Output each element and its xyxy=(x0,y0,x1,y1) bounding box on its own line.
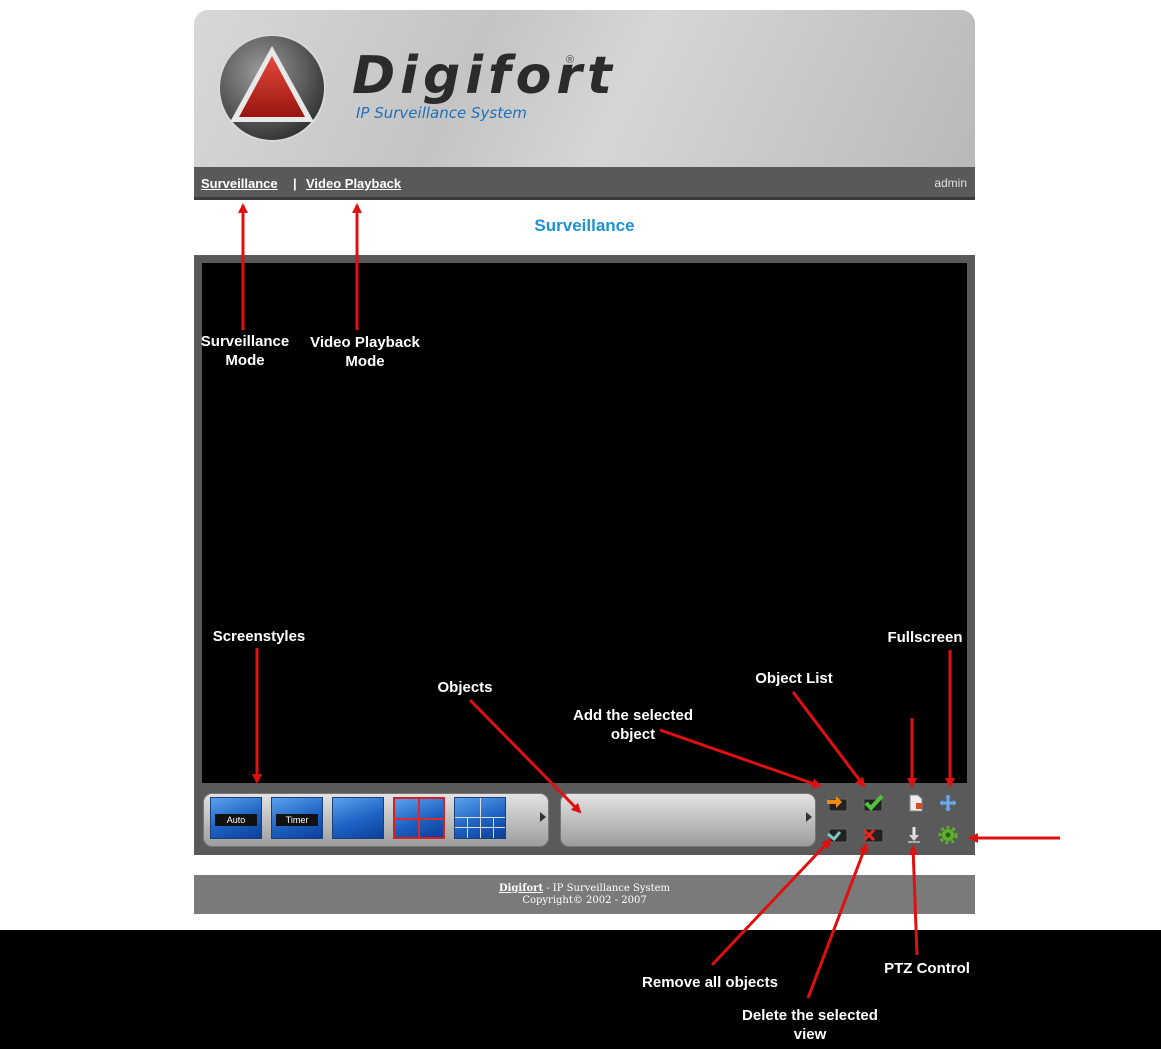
label-playback-mode: Video Playback Mode xyxy=(310,334,420,370)
label-object-list: Object List xyxy=(755,670,833,687)
label-delete-view: Delete the selected view xyxy=(742,1007,878,1043)
label-ptz-control: PTZ Control xyxy=(884,960,970,977)
label-objects: Objects xyxy=(437,679,493,696)
arrow-ptz xyxy=(908,845,919,956)
label-surveillance-mode: Surveillance Mode xyxy=(200,333,290,369)
label-screenstyles: Screenstyles xyxy=(212,628,306,645)
arrow-object-list xyxy=(791,691,866,788)
label-fullscreen: Fullscreen xyxy=(887,629,963,646)
arrow-remove-all xyxy=(710,838,832,967)
arrow-delete-view xyxy=(806,843,868,999)
label-add-selected: Add the selected object xyxy=(572,707,694,743)
label-remove-all: Remove all objects xyxy=(642,974,778,991)
annotation-arrows xyxy=(238,203,1060,999)
